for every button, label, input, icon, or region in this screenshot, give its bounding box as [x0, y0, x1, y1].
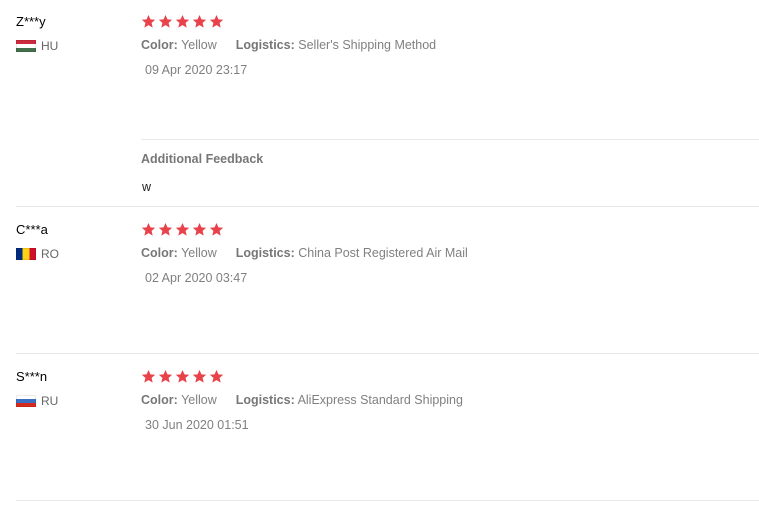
star-icon	[141, 14, 156, 28]
logistics-value: Seller's Shipping Method	[298, 38, 437, 52]
star-icon	[175, 222, 190, 236]
color-value: Yellow	[181, 246, 217, 260]
russia-flag-icon	[16, 395, 36, 407]
feedback-divider	[141, 139, 759, 140]
star-icon	[158, 222, 173, 236]
logistics-label: Logistics:	[235, 246, 295, 260]
country-code: RU	[41, 394, 59, 408]
review-date: 02 Apr 2020 03:47	[145, 271, 248, 285]
star-icon	[192, 222, 207, 236]
review-meta: Color: Yellow Logistics: AliExpress Stan…	[141, 392, 759, 408]
review-divider	[16, 206, 759, 207]
star-icon	[175, 369, 190, 383]
logistics-value: AliExpress Standard Shipping	[297, 393, 463, 407]
reviewer-name: Z***y	[16, 14, 46, 29]
romania-flag-icon	[16, 248, 36, 260]
reviewer-info: Z***y HU	[16, 14, 126, 53]
review-date: 30 Jun 2020 01:51	[145, 418, 249, 432]
review-meta: Color: Yellow Logistics: Seller's Shippi…	[141, 37, 759, 53]
star-icon	[158, 369, 173, 383]
review-divider	[16, 500, 759, 501]
star-icon	[192, 14, 207, 28]
reviewer-info: S***n RU	[16, 369, 126, 408]
star-rating	[141, 369, 759, 385]
review-date: 09 Apr 2020 23:17	[145, 63, 248, 77]
color-value: Yellow	[181, 38, 217, 52]
star-icon	[141, 222, 156, 236]
color-label: Color:	[141, 38, 178, 52]
review-body: Color: Yellow Logistics: China Post Regi…	[141, 222, 759, 286]
star-icon	[158, 14, 173, 28]
reviewer-country: HU	[16, 39, 126, 53]
color-label: Color:	[141, 393, 178, 407]
country-code: HU	[41, 39, 59, 53]
reviewer-info: C***a RO	[16, 222, 126, 261]
star-rating	[141, 14, 759, 30]
reviewer-name: S***n	[16, 369, 48, 384]
star-icon	[192, 369, 207, 383]
review-divider	[16, 353, 759, 354]
star-rating	[141, 222, 759, 238]
star-icon	[141, 369, 156, 383]
review-body: Color: Yellow Logistics: AliExpress Stan…	[141, 369, 759, 433]
logistics-label: Logistics:	[235, 38, 295, 52]
color-label: Color:	[141, 246, 178, 260]
additional-feedback-text: w	[142, 180, 152, 194]
star-icon	[175, 14, 190, 28]
reviews-list: Z***y HU Color: Yellow Logistics: Seller…	[0, 0, 759, 520]
star-icon	[209, 369, 224, 383]
star-icon	[209, 14, 224, 28]
color-value: Yellow	[181, 393, 217, 407]
reviewer-name: C***a	[16, 222, 48, 237]
additional-feedback-title: Additional Feedback	[141, 152, 264, 166]
logistics-value: China Post Registered Air Mail	[298, 246, 468, 260]
reviewer-country: RU	[16, 394, 126, 408]
hungary-flag-icon	[16, 40, 36, 52]
country-code: RO	[41, 247, 59, 261]
review-body: Color: Yellow Logistics: Seller's Shippi…	[141, 14, 759, 78]
reviewer-country: RO	[16, 247, 126, 261]
review-meta: Color: Yellow Logistics: China Post Regi…	[141, 245, 759, 261]
logistics-label: Logistics:	[235, 393, 295, 407]
star-icon	[209, 222, 224, 236]
